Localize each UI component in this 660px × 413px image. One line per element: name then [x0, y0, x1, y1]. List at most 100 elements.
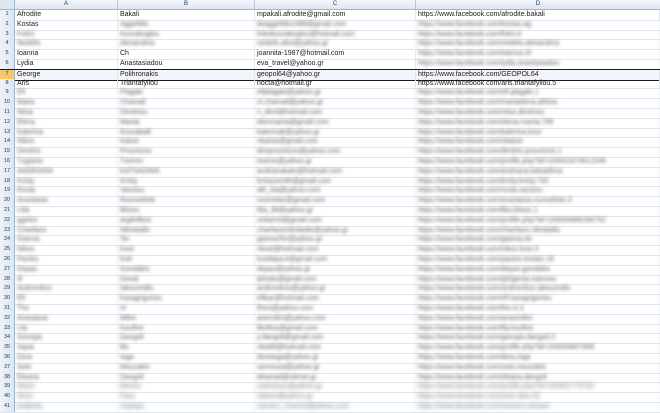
cell-d[interactable]: https://www.facebook.com/eleana.dangoli — [416, 372, 660, 383]
row-number-header[interactable]: 29 — [0, 284, 15, 295]
cell-c[interactable]: nkost@hotmail.com — [255, 245, 416, 255]
cell-d[interactable]: https://www.facebook.com/aris.triantafyl… — [416, 78, 660, 89]
cell-b[interactable]: Ter — [118, 235, 255, 246]
cell-d[interactable]: https://www.facebook.com/nedelis.alexand… — [416, 39, 660, 50]
cell-b[interactable]: Gimal — [118, 274, 255, 285]
cell-d[interactable]: https://www.facebook.com/depas.gondakis — [416, 264, 660, 275]
row-number-header[interactable]: 38 — [0, 372, 15, 383]
table-row[interactable]: 41 pudjonq mypops camaro_rosemo@yahoo.com ht… — [0, 402, 660, 413]
row-number-header[interactable]: 22 — [0, 215, 15, 226]
cell-d[interactable]: https://www.facebook.com/charilaos.nikol… — [416, 225, 660, 236]
cell-b[interactable]: Koti — [118, 255, 255, 265]
cell-b[interactable]: Anastasiadou — [118, 59, 255, 69]
row-number-header[interactable]: 25 — [0, 245, 15, 255]
row-number-header[interactable]: 39 — [0, 382, 15, 393]
cell-b[interactable]: Mexou — [118, 382, 255, 393]
row-number-header[interactable]: 33 — [0, 323, 15, 334]
cell-d[interactable]: https://www.facebook.com/soto.mouzakis — [416, 362, 660, 373]
cell-a[interactable]: Lily — [15, 323, 118, 334]
cell-b[interactable]: Plagaki — [118, 88, 255, 99]
cell-a[interactable]: Kostas — [15, 19, 118, 30]
row-number-header[interactable]: 35 — [0, 343, 15, 353]
cell-d[interactable]: https://www.facebook.com/afrodite.bakali — [416, 10, 660, 20]
cell-c[interactable]: iphsdu@gmail.com — [255, 274, 416, 285]
cell-c[interactable]: somouza@yahoo.gr — [255, 362, 416, 373]
cell-a[interactable]: Ninin — [15, 392, 118, 402]
cell-c[interactable]: efikar@hotmail.com — [255, 294, 416, 304]
cell-a[interactable]: pudjonq — [15, 402, 118, 412]
cell-d[interactable]: https://www.facebook.com/paulos.kostas.1… — [416, 255, 660, 265]
cell-a[interactable]: Anastasia — [15, 313, 118, 324]
row-number-header[interactable]: 13 — [0, 127, 15, 138]
cell-d[interactable]: https://www.facebook.com/iphigenia.ioann… — [416, 274, 660, 285]
cell-b[interactable]: Dangoli — [118, 372, 255, 383]
cell-a[interactable]: Nedelis — [15, 39, 118, 50]
cell-a[interactable]: Dimitris — [15, 147, 118, 157]
cell-b[interactable]: Nikolaidis — [118, 225, 255, 236]
cell-a[interactable]: Dora — [15, 353, 118, 363]
cell-b[interactable]: Chamali — [118, 98, 255, 108]
cell-d[interactable]: https://www.facebook.com/tho.vi.3 — [416, 304, 660, 314]
cell-c[interactable]: giannaTer@yahoo.gr — [255, 235, 416, 246]
cell-c[interactable]: kristyzenith@gmail.com — [255, 176, 416, 187]
row-number-header[interactable]: 41 — [0, 402, 15, 412]
row-number-header[interactable]: 24 — [0, 235, 15, 246]
cell-d[interactable]: https://www.facebook.com/elena.manta.799 — [416, 117, 660, 128]
cell-c[interactable]: nfarani@yahoo.gr — [255, 392, 416, 402]
cell-d[interactable]: https://www.facebook.com/nitsa.dimitriou — [416, 108, 660, 118]
cell-a[interactable]: Eleana — [15, 372, 118, 383]
cell-a[interactable]: Depas — [15, 264, 118, 275]
cell-d[interactable]: https://www.facebook.com/profile.php?id=… — [416, 215, 660, 226]
cell-c[interactable]: andrianakats@hotmail.com — [255, 166, 416, 177]
row-number-header[interactable]: 18 — [0, 176, 15, 187]
row-number-header[interactable]: 30 — [0, 294, 15, 304]
cell-a[interactable]: Lydia — [15, 59, 118, 69]
cell-b[interactable]: Aggelidis — [118, 19, 255, 30]
cell-d[interactable]: https://www.facebook.com/mariaelena.athi… — [416, 98, 660, 108]
cell-b[interactable]: Tzeiros — [118, 157, 255, 167]
cell-c[interactable]: mariomex@yahoo.gr — [255, 382, 416, 393]
cell-a[interactable]: Andronikos — [15, 284, 118, 295]
row-number-header[interactable]: 15 — [0, 147, 15, 157]
cell-c[interactable]: nocta@hotmail.gr — [255, 78, 416, 89]
cell-a[interactable]: Tzgianis — [15, 157, 118, 167]
cell-a[interactable]: Nitsa — [15, 108, 118, 118]
cell-a[interactable]: Paulos — [15, 255, 118, 265]
cell-b[interactable]: Prountzos — [118, 147, 255, 157]
cell-a[interactable]: Anastasia — [15, 196, 118, 206]
cell-d[interactable]: https://www.facebook.com/lydia.anastasia… — [416, 59, 660, 69]
cell-b[interactable]: Karagrigoriou — [118, 294, 255, 304]
cell-d[interactable]: https://www.facebook.com/andriana.katsad… — [416, 166, 660, 177]
cell-d[interactable]: https://www.facebook.com/lilia.bitsou.1 — [416, 206, 660, 216]
cell-b[interactable]: Kourakoglou — [118, 29, 255, 40]
row-number-header[interactable]: 17 — [0, 166, 15, 177]
cell-b[interactable]: Dangoli — [118, 333, 255, 344]
cell-d[interactable]: https://www.facebook.com/profile.php?id=… — [416, 157, 660, 167]
cell-a[interactable]: Katerina — [15, 127, 118, 138]
cell-c[interactable]: eva_travel@yahoo.gr — [255, 59, 416, 69]
cell-b[interactable]: Vassiou — [118, 186, 255, 197]
cell-c[interactable]: lilia_89@yahoo.gr — [255, 206, 416, 216]
cell-b[interactable]: Iakoumidis — [118, 284, 255, 295]
cell-a[interactable]: Maria — [15, 98, 118, 108]
cell-d[interactable]: https://www.facebook.com/roula.vassiou — [416, 186, 660, 197]
cell-d[interactable]: https://www.facebook.com/andronikos.iako… — [416, 284, 660, 295]
cell-a[interactable]: Mario — [15, 382, 118, 393]
row-number-header[interactable]: 2 — [0, 19, 15, 30]
row-number-header[interactable]: 3 — [0, 29, 15, 40]
row-number-header[interactable]: 4 — [0, 39, 15, 50]
cell-a[interactable]: Elena — [15, 117, 118, 128]
cell-d[interactable]: https://www.facebook.com/anastasia.roume… — [416, 196, 660, 206]
cell-a[interactable]: Gianna — [15, 235, 118, 246]
cell-d[interactable]: https://www.facebook.com/anasmilini — [416, 313, 660, 324]
cell-d[interactable]: https://www.facebook.com/dimitris.prount… — [416, 147, 660, 157]
cell-d[interactable]: https://www.facebook.com/gianna.ter — [416, 235, 660, 246]
cell-d[interactable]: https://www.facebook.com/ioanna.ch — [416, 49, 660, 59]
cell-b[interactable]: Kouraballi — [118, 127, 255, 138]
row-number-header[interactable]: 10 — [0, 98, 15, 108]
cell-d[interactable]: https://www.facebook.com/georgia.dangoli… — [416, 333, 660, 344]
cell-b[interactable]: Kost — [118, 245, 255, 255]
cell-d[interactable]: https://www.facebook.com/katerina.kour — [416, 127, 660, 138]
cell-b[interactable]: Mouzakis — [118, 362, 255, 373]
cell-b[interactable]: Milini — [118, 313, 255, 324]
